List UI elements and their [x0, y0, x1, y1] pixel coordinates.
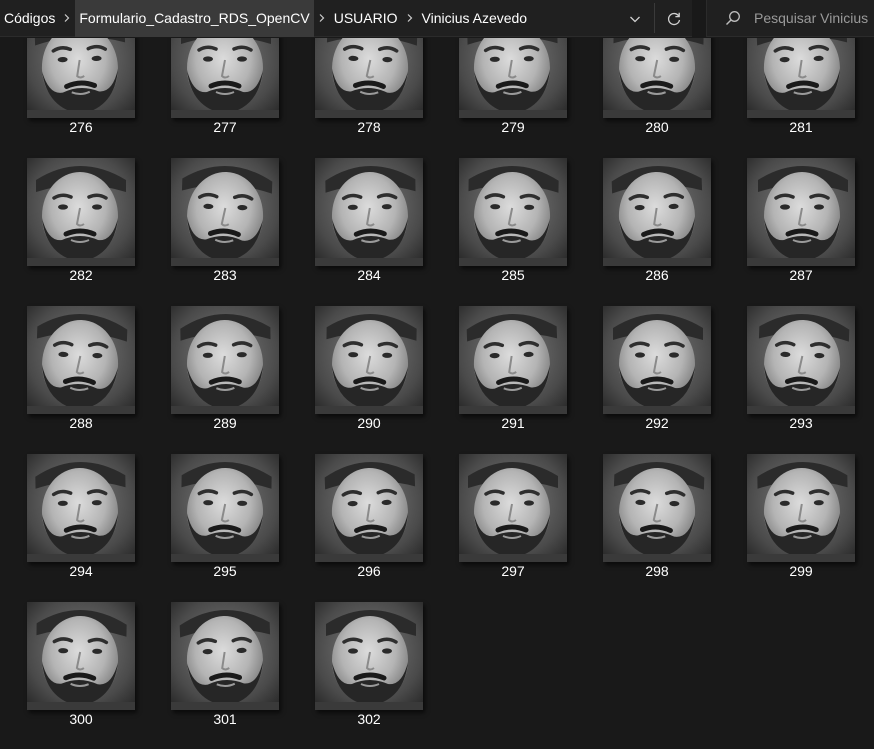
file-thumbnail[interactable] — [747, 306, 855, 414]
file-item[interactable]: 285 — [459, 158, 567, 296]
file-thumbnail[interactable] — [459, 306, 567, 414]
file-thumbnail[interactable] — [603, 158, 711, 266]
file-thumbnail[interactable] — [747, 158, 855, 266]
file-item[interactable]: 302 — [315, 602, 423, 740]
file-thumbnail[interactable] — [171, 158, 279, 266]
file-item[interactable]: 284 — [315, 158, 423, 296]
file-name: 291 — [501, 415, 525, 431]
file-thumbnail[interactable] — [459, 158, 567, 266]
file-grid: 276 277 278 279 280 281 282 283 284 285 … — [0, 38, 874, 749]
file-item[interactable]: 282 — [27, 158, 135, 296]
search-input[interactable] — [754, 10, 874, 26]
file-thumbnail[interactable] — [315, 158, 423, 266]
file-item[interactable]: 289 — [171, 306, 279, 444]
file-name: 292 — [645, 415, 669, 431]
file-name: 294 — [69, 563, 93, 579]
file-name: 286 — [645, 267, 669, 283]
file-thumbnail[interactable] — [747, 454, 855, 562]
file-name: 285 — [501, 267, 525, 283]
file-thumbnail[interactable] — [747, 38, 855, 118]
file-thumbnail[interactable] — [171, 602, 279, 710]
file-thumbnail[interactable] — [27, 454, 135, 562]
file-item[interactable]: 278 — [315, 38, 423, 148]
file-item[interactable]: 279 — [459, 38, 567, 148]
file-item[interactable]: 292 — [603, 306, 711, 444]
file-item[interactable]: 287 — [747, 158, 855, 296]
file-name: 296 — [357, 563, 381, 579]
file-item[interactable]: 298 — [603, 454, 711, 592]
file-item[interactable]: 299 — [747, 454, 855, 592]
chevron-right-icon[interactable] — [402, 0, 418, 37]
file-item[interactable]: 283 — [171, 158, 279, 296]
file-item[interactable]: 296 — [315, 454, 423, 592]
file-item[interactable]: 293 — [747, 306, 855, 444]
file-item[interactable]: 280 — [603, 38, 711, 148]
file-name: 298 — [645, 563, 669, 579]
file-name: 287 — [789, 267, 813, 283]
file-name: 284 — [357, 267, 381, 283]
file-thumbnail[interactable] — [603, 306, 711, 414]
file-thumbnail[interactable] — [27, 306, 135, 414]
file-thumbnail[interactable] — [315, 38, 423, 118]
file-item[interactable]: 290 — [315, 306, 423, 444]
breadcrumb-item-usuario[interactable]: USUARIO — [330, 0, 402, 37]
file-name: 300 — [69, 711, 93, 727]
file-item[interactable]: 300 — [27, 602, 135, 740]
file-item[interactable]: 301 — [171, 602, 279, 740]
file-thumbnail[interactable] — [459, 38, 567, 118]
breadcrumb-item-codigos[interactable]: Códigos — [0, 0, 59, 37]
file-name: 282 — [69, 267, 93, 283]
file-item[interactable]: 277 — [171, 38, 279, 148]
file-thumbnail[interactable] — [171, 306, 279, 414]
file-item[interactable]: 297 — [459, 454, 567, 592]
file-thumbnail[interactable] — [27, 602, 135, 710]
file-thumbnail[interactable] — [27, 38, 135, 118]
file-item[interactable]: 276 — [27, 38, 135, 148]
file-thumbnail[interactable] — [171, 454, 279, 562]
file-name: 288 — [69, 415, 93, 431]
file-name: 281 — [789, 119, 813, 135]
file-name: 301 — [213, 711, 237, 727]
file-thumbnail[interactable] — [315, 306, 423, 414]
file-name: 276 — [69, 119, 93, 135]
file-item[interactable]: 288 — [27, 306, 135, 444]
file-thumbnail[interactable] — [603, 454, 711, 562]
file-thumbnail[interactable] — [315, 602, 423, 710]
toolbar: Códigos Formulario_Cadastro_RDS_OpenCV U… — [0, 0, 874, 38]
chevron-down-icon[interactable] — [618, 0, 652, 37]
chevron-right-icon[interactable] — [314, 0, 330, 37]
file-name: 279 — [501, 119, 525, 135]
file-name: 295 — [213, 563, 237, 579]
breadcrumb-item-vinicius[interactable]: Vinicius Azevedo — [418, 0, 532, 37]
file-item[interactable]: 286 — [603, 158, 711, 296]
file-name: 283 — [213, 267, 237, 283]
search-icon — [719, 0, 746, 37]
file-name: 289 — [213, 415, 237, 431]
file-name: 290 — [357, 415, 381, 431]
file-item[interactable]: 294 — [27, 454, 135, 592]
file-thumbnail[interactable] — [171, 38, 279, 118]
file-thumbnail[interactable] — [315, 454, 423, 562]
file-item[interactable]: 281 — [747, 38, 855, 148]
file-thumbnail[interactable] — [27, 158, 135, 266]
file-name: 297 — [501, 563, 525, 579]
file-thumbnail[interactable] — [603, 38, 711, 118]
file-item[interactable]: 291 — [459, 306, 567, 444]
search-box[interactable] — [706, 0, 874, 37]
file-name: 278 — [357, 119, 381, 135]
address-bar[interactable]: Códigos Formulario_Cadastro_RDS_OpenCV U… — [0, 0, 692, 37]
file-name: 302 — [357, 711, 381, 727]
chevron-right-icon[interactable] — [59, 0, 75, 37]
file-name: 299 — [789, 563, 813, 579]
breadcrumb-item-formulario[interactable]: Formulario_Cadastro_RDS_OpenCV — [75, 0, 314, 37]
file-thumbnail[interactable] — [459, 454, 567, 562]
refresh-icon[interactable] — [656, 0, 692, 37]
file-item[interactable]: 295 — [171, 454, 279, 592]
divider — [654, 3, 655, 33]
file-name: 293 — [789, 415, 813, 431]
file-name: 277 — [213, 119, 237, 135]
file-name: 280 — [645, 119, 669, 135]
